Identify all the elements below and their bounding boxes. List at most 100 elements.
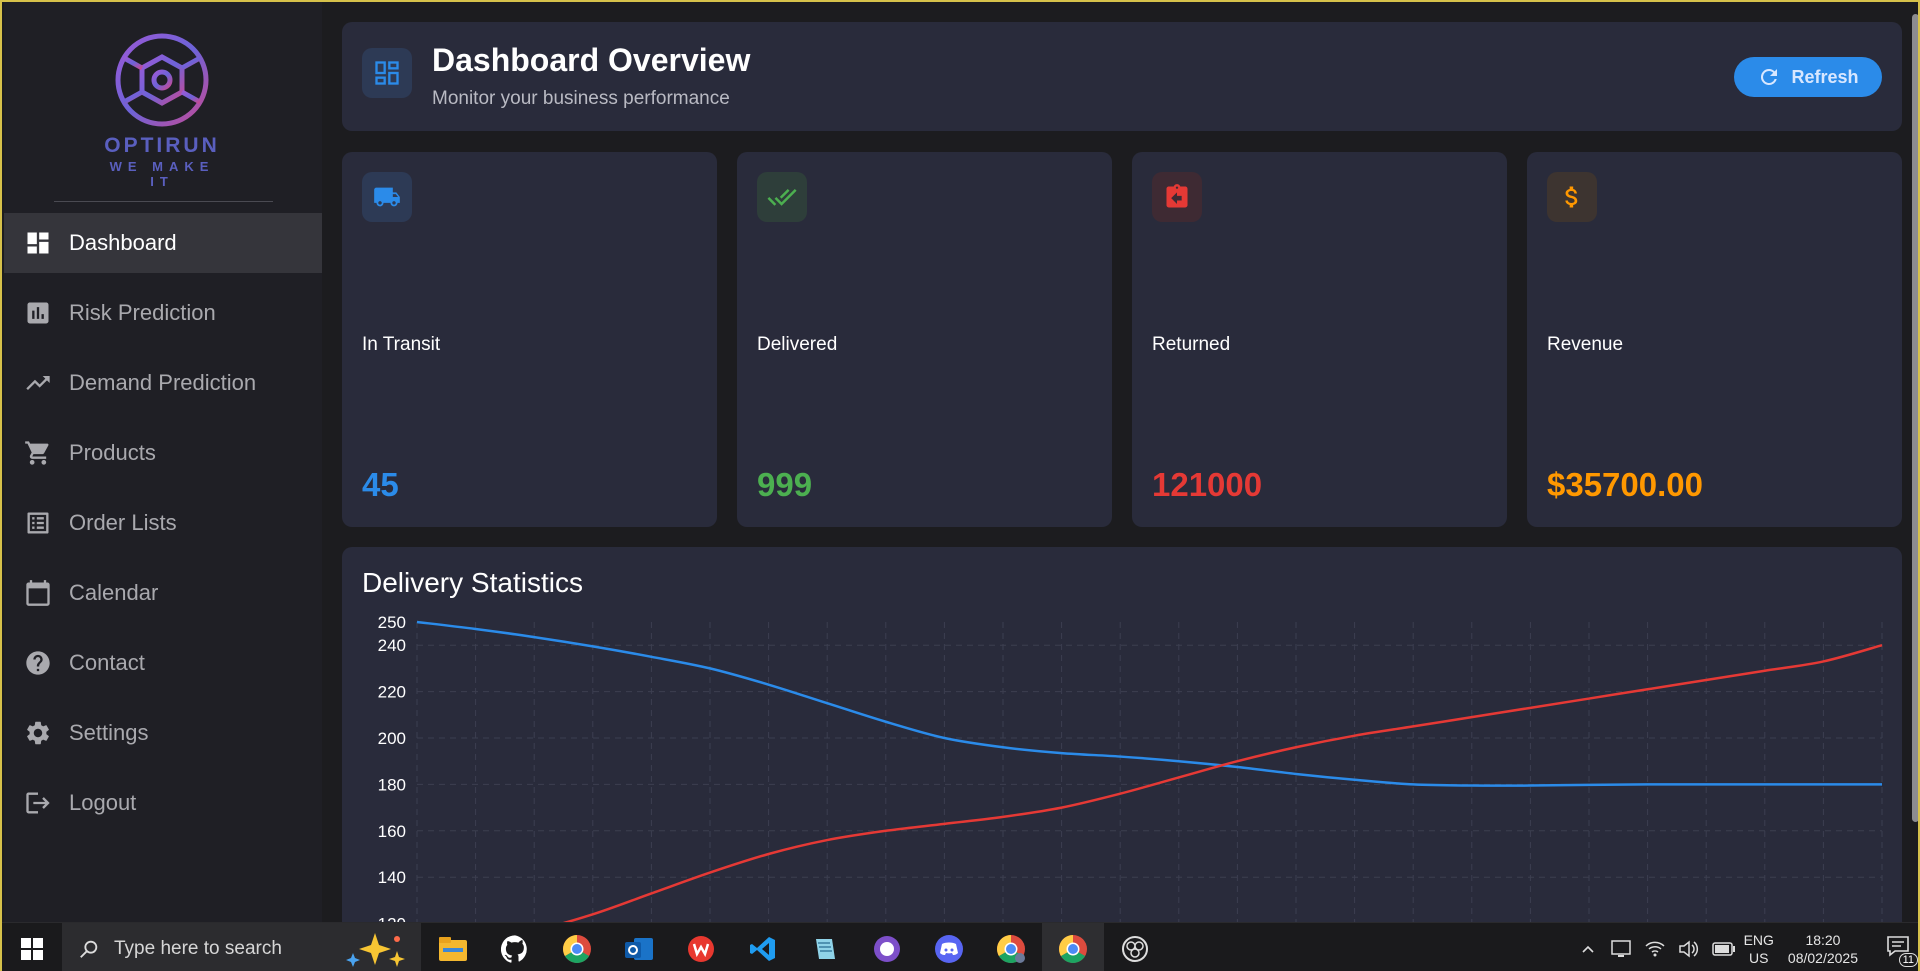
series-line-1	[416, 620, 1882, 787]
sidebar-item-label: Contact	[69, 650, 145, 675]
discord-icon[interactable]	[918, 923, 980, 971]
notepad-icon[interactable]	[794, 923, 856, 971]
sidebar-item-label: Products	[69, 440, 156, 465]
sidebar-item-products[interactable]: Products	[4, 423, 322, 483]
wps-icon[interactable]	[670, 923, 732, 971]
battery-icon[interactable]	[1711, 941, 1736, 956]
card-value: 999	[757, 466, 813, 503]
sidebar-item-label: Risk Prediction	[69, 300, 216, 325]
refresh-icon	[1761, 68, 1778, 85]
sidebar-divider	[54, 201, 273, 202]
card-label: In Transit	[362, 334, 441, 355]
wifi-icon[interactable]	[1644, 939, 1666, 959]
trending-up-icon	[26, 376, 50, 390]
sidebar-item-label: Demand Prediction	[69, 370, 257, 395]
scrollbar-thumb[interactable]	[1912, 14, 1918, 822]
sidebar-item-label: Settings	[69, 720, 149, 745]
vscode-icon[interactable]	[732, 923, 794, 971]
brand-tagline: WE MAKE IT	[109, 159, 215, 189]
stat-cards: In Transit 45 Delivered 999 Returned 121…	[342, 152, 1902, 527]
github-desktop-icon[interactable]	[856, 923, 918, 971]
taskbar-clock[interactable]: 18:20 08/02/2025	[1788, 931, 1858, 967]
app-window: OPTIRUN WE MAKE IT Dashboard Risk Predic…	[0, 0, 1920, 971]
sidebar-nav: Dashboard Risk Prediction Demand Predict…	[4, 213, 322, 843]
notification-count: 11	[1898, 953, 1918, 967]
return-box-icon	[1152, 172, 1202, 222]
search-placeholder: Type here to search	[114, 937, 282, 959]
card-delivered[interactable]: Delivered 999	[737, 152, 1112, 527]
sidebar-item-label: Dashboard	[69, 230, 177, 255]
sidebar-item-logout[interactable]: Logout	[4, 773, 322, 833]
github-icon[interactable]	[484, 923, 546, 971]
file-explorer-icon[interactable]	[422, 923, 484, 971]
card-value: $35700.00	[1547, 466, 1703, 503]
page-scrollbar[interactable]	[1908, 2, 1918, 922]
sidebar-item-label: Calendar	[69, 580, 159, 605]
calendar-icon	[26, 580, 50, 606]
clock-date: 08/02/2025	[1787, 949, 1858, 966]
sidebar-item-dashboard[interactable]: Dashboard	[4, 213, 322, 273]
gear-icon	[27, 721, 49, 745]
sidebar-item-order-lists[interactable]: Order Lists	[4, 493, 322, 553]
delivery-statistics-panel: Delivery Statistics 12014016018020022024…	[342, 547, 1902, 947]
brand-name: OPTIRUN	[104, 134, 220, 157]
y-tick-label: 250	[378, 613, 406, 632]
refresh-label: Refresh	[1791, 66, 1859, 87]
chrome-icon[interactable]	[546, 923, 608, 971]
system-tray: ENG US 18:20 08/02/2025 11	[1580, 923, 1918, 971]
page-title: Dashboard Overview	[432, 42, 751, 78]
y-tick-label: 220	[378, 683, 406, 702]
sidebar-item-demand-prediction[interactable]: Demand Prediction	[4, 353, 322, 413]
y-tick-label: 200	[378, 729, 406, 748]
chart-y-ticks: 120140160180200220240250	[378, 613, 406, 934]
card-label: Returned	[1152, 334, 1231, 355]
sidebar-item-calendar[interactable]: Calendar	[4, 563, 322, 623]
y-tick-label: 180	[378, 775, 406, 794]
card-value: 121000	[1152, 466, 1263, 503]
search-icon	[80, 940, 98, 958]
chart-series	[416, 620, 1883, 947]
bar-chart-icon	[27, 302, 49, 324]
clock-time: 18:20	[1805, 931, 1841, 948]
cart-icon	[25, 441, 49, 465]
refresh-button[interactable]: Refresh	[1734, 57, 1882, 97]
delivery-line-chart: 120140160180200220240250	[378, 613, 1883, 947]
windows-logo-icon	[21, 937, 43, 960]
start-button[interactable]	[2, 923, 62, 971]
notification-button[interactable]: 11	[1886, 934, 1918, 967]
chrome-profile-icon[interactable]	[980, 923, 1042, 971]
help-icon	[26, 651, 50, 675]
sidebar-item-contact[interactable]: Contact	[4, 633, 322, 693]
page-subtitle: Monitor your business performance	[432, 88, 730, 109]
chrome-active-icon[interactable]	[1042, 923, 1104, 971]
language-indicator[interactable]: ENG US	[1744, 931, 1774, 967]
y-tick-label: 160	[378, 822, 406, 841]
card-value: 45	[362, 466, 399, 503]
sidebar: OPTIRUN WE MAKE IT Dashboard Risk Predic…	[4, 2, 322, 922]
y-tick-label: 240	[378, 636, 406, 655]
brand-logo[interactable]: OPTIRUN WE MAKE IT	[99, 30, 225, 189]
volume-icon[interactable]	[1678, 939, 1700, 959]
outlook-icon[interactable]	[608, 923, 670, 971]
logout-icon	[26, 792, 50, 814]
page-header: Dashboard Overview Monitor your business…	[342, 22, 1902, 131]
chevron-up-icon[interactable]	[1580, 941, 1596, 957]
card-returned[interactable]: Returned 121000	[1132, 152, 1507, 527]
obs-icon[interactable]	[1104, 923, 1166, 971]
taskbar-apps	[422, 923, 1166, 971]
dollar-icon	[1547, 172, 1597, 222]
region-code: US	[1749, 949, 1769, 966]
truck-icon	[362, 172, 412, 222]
card-revenue[interactable]: Revenue $35700.00	[1527, 152, 1902, 527]
sidebar-item-settings[interactable]: Settings	[4, 703, 322, 763]
card-in-transit[interactable]: In Transit 45	[342, 152, 717, 527]
windows-taskbar: Type here to search ENG US 18:20 08/02/202…	[2, 922, 1918, 971]
card-label: Revenue	[1547, 334, 1624, 355]
sidebar-item-risk-prediction[interactable]: Risk Prediction	[4, 283, 322, 343]
dashboard-icon	[362, 48, 412, 98]
sparkle-icon	[346, 932, 405, 967]
network-monitor-icon[interactable]	[1610, 939, 1632, 959]
taskbar-search-box[interactable]: Type here to search	[62, 923, 421, 971]
language-code: ENG	[1743, 931, 1774, 948]
wheel-logo-icon	[115, 33, 209, 127]
